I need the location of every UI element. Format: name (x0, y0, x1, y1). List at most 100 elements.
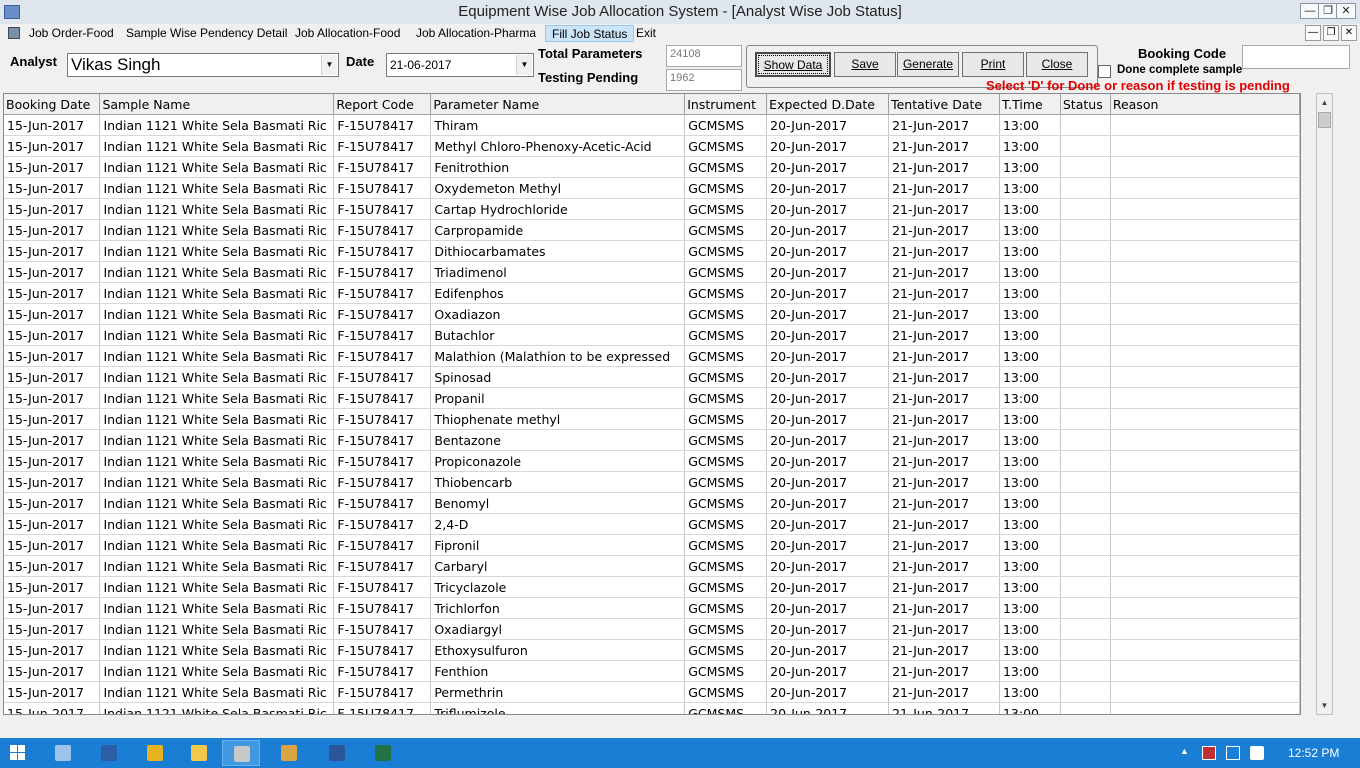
mdi-minimize-icon[interactable]: — (1305, 25, 1321, 41)
table-row[interactable]: 15-Jun-2017 Indian 1121 White Sela Basmat… (4, 429, 1300, 451)
date-picker[interactable]: 21-06-2017 ▼ (386, 53, 534, 77)
menu-job-allocation-food[interactable]: Job Allocation-Food (289, 25, 406, 42)
table-cell[interactable] (1110, 303, 1300, 325)
menu-job-allocation-pharma[interactable]: Job Allocation-Pharma (410, 25, 542, 42)
scroll-up-icon[interactable]: ▲ (1317, 94, 1332, 111)
table-cell[interactable] (1060, 156, 1111, 178)
table-cell[interactable] (1110, 660, 1300, 682)
analyst-select[interactable]: Vikas Singh ▼ (67, 53, 339, 77)
taskbar-app[interactable] (90, 740, 128, 766)
table-row[interactable]: 15-Jun-2017 Indian 1121 White Sela Basmat… (4, 135, 1300, 157)
column-header[interactable]: Report Code (333, 94, 432, 115)
vertical-scrollbar[interactable]: ▲ ▼ (1316, 93, 1333, 715)
table-cell[interactable] (1060, 324, 1111, 346)
table-cell[interactable] (1110, 555, 1300, 577)
menu-job-order-food[interactable]: Job Order-Food (23, 25, 120, 42)
table-cell[interactable] (1060, 513, 1111, 535)
table-row[interactable]: 15-Jun-2017 Indian 1121 White Sela Basmat… (4, 660, 1300, 682)
column-header[interactable]: T.Time (999, 94, 1061, 115)
table-row[interactable]: 15-Jun-2017 Indian 1121 White Sela Basmat… (4, 345, 1300, 367)
table-cell[interactable] (1060, 282, 1111, 304)
table-cell[interactable] (1060, 198, 1111, 220)
table-cell[interactable] (1060, 597, 1111, 619)
table-cell[interactable] (1110, 450, 1300, 472)
scroll-thumb[interactable] (1318, 112, 1331, 128)
print-button[interactable]: Print (962, 52, 1024, 77)
table-cell[interactable] (1110, 387, 1300, 409)
table-row[interactable]: 15-Jun-2017 Indian 1121 White Sela Basmat… (4, 471, 1300, 493)
minimize-icon[interactable]: — (1300, 3, 1320, 19)
table-row[interactable]: 15-Jun-2017 Indian 1121 White Sela Basmat… (4, 681, 1300, 703)
table-row[interactable]: 15-Jun-2017 Indian 1121 White Sela Basmat… (4, 219, 1300, 241)
table-cell[interactable] (1060, 681, 1111, 703)
table-cell[interactable] (1110, 366, 1300, 388)
table-cell[interactable] (1110, 261, 1300, 283)
table-cell[interactable] (1060, 492, 1111, 514)
table-row[interactable]: 15-Jun-2017 Indian 1121 White Sela Basmat… (4, 618, 1300, 640)
chevron-down-icon[interactable]: ▼ (321, 55, 337, 75)
flag-icon[interactable] (1202, 746, 1216, 760)
table-cell[interactable] (1110, 681, 1300, 703)
taskbar-app[interactable] (270, 740, 308, 766)
taskbar-app[interactable] (222, 740, 260, 766)
table-row[interactable]: 15-Jun-2017 Indian 1121 White Sela Basmat… (4, 597, 1300, 619)
table-row[interactable]: 15-Jun-2017 Indian 1121 White Sela Basmat… (4, 324, 1300, 346)
table-cell[interactable] (1060, 303, 1111, 325)
menu-fill-job-status[interactable]: Fill Job Status (545, 25, 635, 42)
table-cell[interactable] (1110, 702, 1300, 714)
table-cell[interactable] (1060, 576, 1111, 598)
chevron-down-icon[interactable]: ▼ (516, 55, 532, 75)
column-header[interactable]: Sample Name (99, 94, 335, 115)
table-row[interactable]: 15-Jun-2017 Indian 1121 White Sela Basmat… (4, 282, 1300, 304)
column-header[interactable]: Instrument (684, 94, 768, 115)
taskbar-app[interactable] (44, 740, 82, 766)
table-cell[interactable] (1060, 177, 1111, 199)
table-row[interactable]: 15-Jun-2017 Indian 1121 White Sela Basmat… (4, 450, 1300, 472)
table-row[interactable]: 15-Jun-2017 Indian 1121 White Sela Basmat… (4, 492, 1300, 514)
table-cell[interactable] (1110, 639, 1300, 661)
table-cell[interactable] (1060, 702, 1111, 714)
table-cell[interactable] (1110, 240, 1300, 262)
column-header[interactable]: Tentative Date (888, 94, 1000, 115)
mdi-restore-icon[interactable]: ❐ (1323, 25, 1339, 41)
table-cell[interactable] (1060, 240, 1111, 262)
column-header[interactable]: Expected D.Date (766, 94, 890, 115)
table-cell[interactable] (1110, 219, 1300, 241)
table-row[interactable]: 15-Jun-2017 Indian 1121 White Sela Basmat… (4, 177, 1300, 199)
table-cell[interactable] (1110, 282, 1300, 304)
table-cell[interactable] (1060, 408, 1111, 430)
table-cell[interactable] (1060, 219, 1111, 241)
table-cell[interactable] (1060, 639, 1111, 661)
mdi-child-icon[interactable] (8, 27, 20, 39)
table-cell[interactable] (1110, 534, 1300, 556)
taskbar-app[interactable] (318, 740, 356, 766)
table-cell[interactable] (1060, 450, 1111, 472)
taskbar-clock[interactable]: 12:52 PM (1288, 746, 1339, 760)
generate-button[interactable]: Generate (897, 52, 959, 77)
table-cell[interactable] (1110, 177, 1300, 199)
table-row[interactable]: 15-Jun-2017 Indian 1121 White Sela Basmat… (4, 198, 1300, 220)
table-cell[interactable] (1110, 576, 1300, 598)
booking-code-input[interactable] (1242, 45, 1350, 69)
table-row[interactable]: 15-Jun-2017 Indian 1121 White Sela Basmat… (4, 366, 1300, 388)
column-header[interactable]: Parameter Name (430, 94, 686, 115)
table-row[interactable]: 15-Jun-2017 Indian 1121 White Sela Basmat… (4, 240, 1300, 262)
table-row[interactable]: 15-Jun-2017 Indian 1121 White Sela Basmat… (4, 387, 1300, 409)
table-cell[interactable] (1060, 387, 1111, 409)
table-row[interactable]: 15-Jun-2017 Indian 1121 White Sela Basmat… (4, 555, 1300, 577)
taskbar-app[interactable] (364, 740, 402, 766)
table-cell[interactable] (1110, 471, 1300, 493)
table-row[interactable]: 15-Jun-2017 Indian 1121 White Sela Basmat… (4, 303, 1300, 325)
column-header[interactable]: Reason (1110, 94, 1300, 115)
table-cell[interactable] (1110, 408, 1300, 430)
table-row[interactable]: 15-Jun-2017 Indian 1121 White Sela Basmat… (4, 576, 1300, 598)
taskbar-app[interactable] (180, 740, 218, 766)
table-cell[interactable] (1110, 324, 1300, 346)
table-row[interactable]: 15-Jun-2017 Indian 1121 White Sela Basmat… (4, 114, 1300, 136)
table-cell[interactable] (1110, 429, 1300, 451)
close-button[interactable]: Close (1026, 52, 1088, 77)
done-complete-checkbox[interactable] (1098, 65, 1111, 78)
table-cell[interactable] (1110, 198, 1300, 220)
menu-exit[interactable]: Exit (630, 25, 662, 42)
table-cell[interactable] (1060, 555, 1111, 577)
